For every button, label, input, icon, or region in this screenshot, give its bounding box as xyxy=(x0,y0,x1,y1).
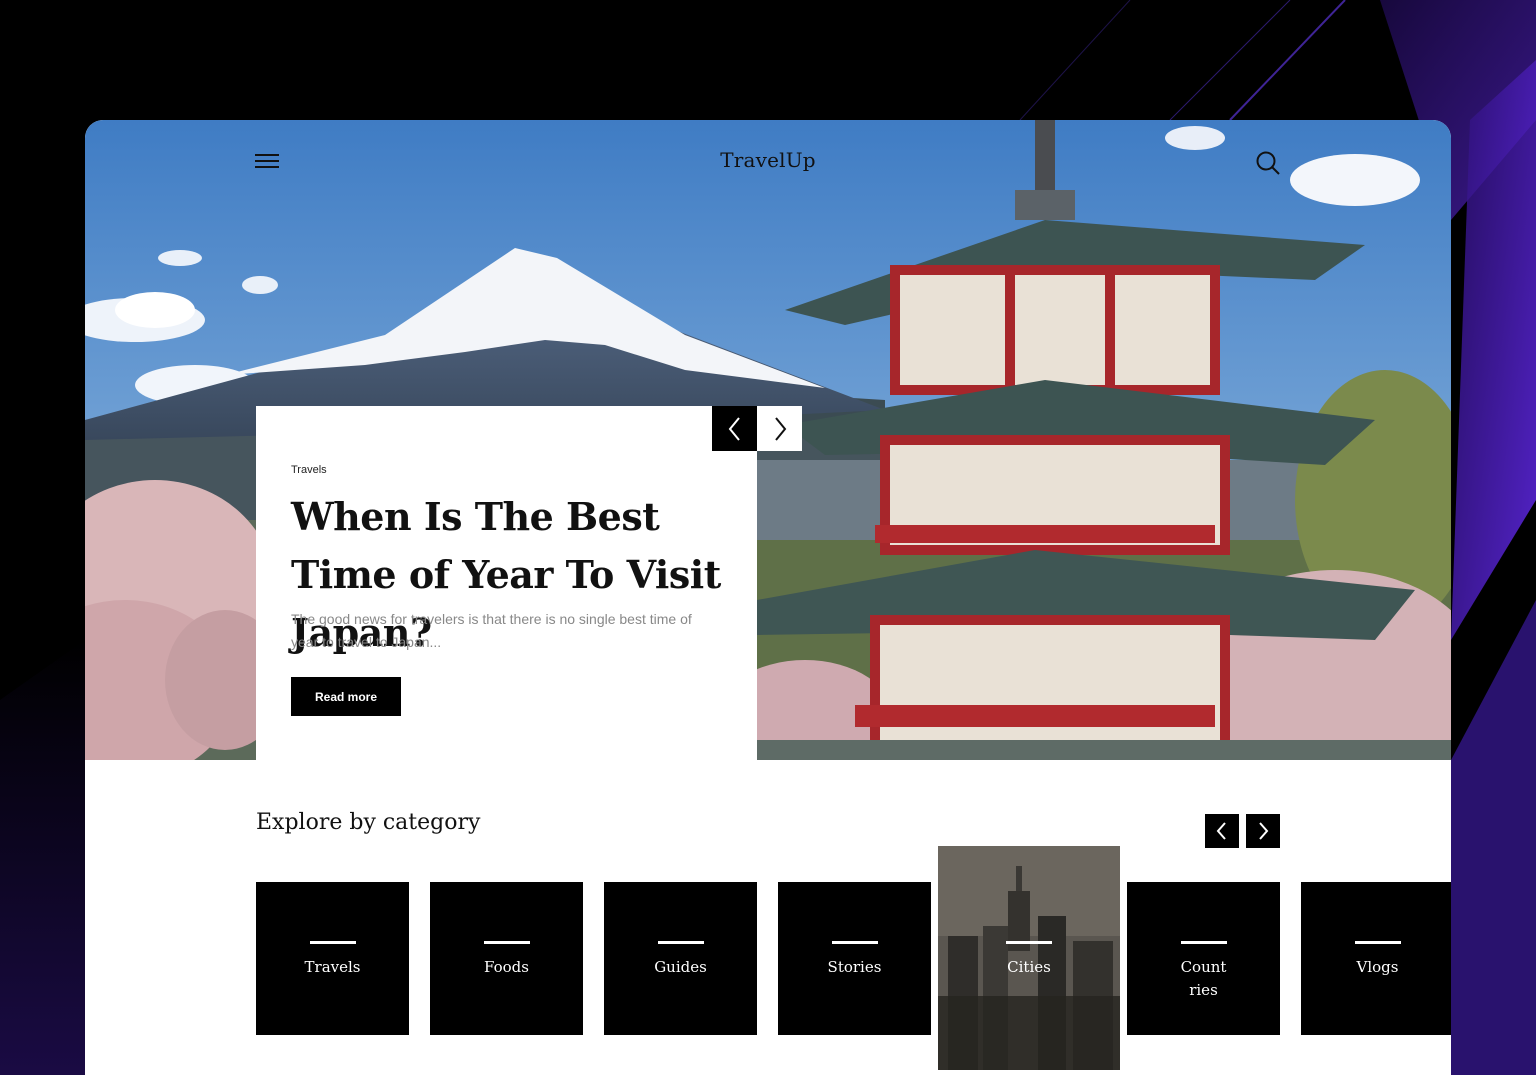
category-tile-guides[interactable]: Guides xyxy=(604,882,757,1035)
hero-slider-controls xyxy=(712,406,803,451)
section-heading: Explore by category xyxy=(256,810,481,835)
category-tile-travels[interactable]: Travels xyxy=(256,882,409,1035)
category-slider-controls xyxy=(1205,814,1280,848)
top-navigation: TravelUp xyxy=(85,120,1451,210)
divider xyxy=(831,941,878,944)
category-tile-countries[interactable]: Count ries xyxy=(1127,882,1280,1035)
category-label: Cities xyxy=(1007,958,1051,976)
category-label: Vlogs xyxy=(1356,958,1399,976)
category-label: Count ries xyxy=(1180,958,1227,999)
chevron-left-icon[interactable] xyxy=(712,406,757,451)
category-label: Travels xyxy=(304,958,361,976)
category-tile-cities[interactable]: Cities xyxy=(938,846,1120,1070)
category-tile-foods[interactable]: Foods xyxy=(430,882,583,1035)
divider xyxy=(657,941,704,944)
article-excerpt: The good news for travelers is that ther… xyxy=(291,611,692,650)
category-label: Guides xyxy=(654,958,707,976)
search-icon[interactable] xyxy=(1255,150,1283,178)
divider xyxy=(1354,941,1401,944)
featured-article-card: Travels When Is The Best Time of Year To… xyxy=(256,406,757,760)
divider xyxy=(483,941,530,944)
article-category[interactable]: Travels xyxy=(291,464,327,476)
category-label: Foods xyxy=(484,958,529,976)
divider xyxy=(1180,941,1227,944)
divider xyxy=(309,941,356,944)
category-tile-vlogs[interactable]: Vlogs xyxy=(1301,882,1451,1035)
chevron-left-icon[interactable] xyxy=(1205,814,1239,848)
chevron-right-icon[interactable] xyxy=(1246,814,1280,848)
brand-logo[interactable]: TravelUp xyxy=(85,148,1451,172)
read-more-button[interactable]: Read more xyxy=(291,677,401,716)
hero-section: TravelUp Travels When Is The Best Time o… xyxy=(85,120,1451,760)
divider xyxy=(1006,941,1052,944)
category-label: Stories xyxy=(827,958,882,976)
chevron-right-icon[interactable] xyxy=(757,406,802,451)
app-window: TravelUp Travels When Is The Best Time o… xyxy=(85,120,1451,1075)
category-tile-stories[interactable]: Stories xyxy=(778,882,931,1035)
